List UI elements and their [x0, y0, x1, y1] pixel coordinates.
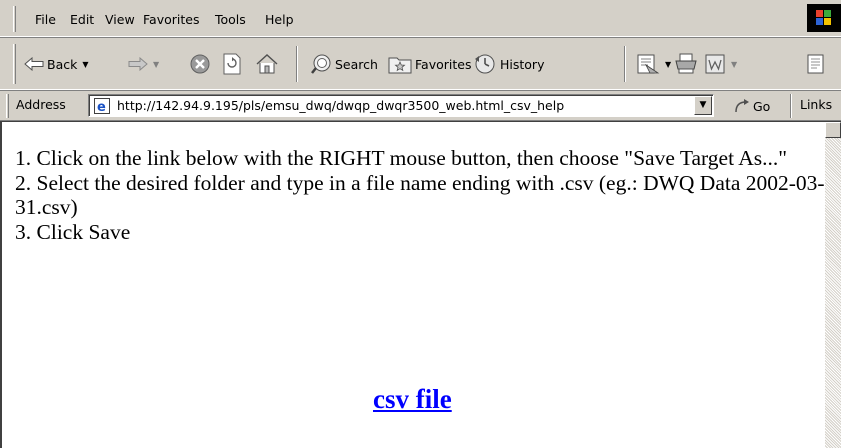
menu-favorites[interactable]: Favorites [143, 11, 199, 29]
discuss-icon [807, 54, 824, 74]
address-label: Address [16, 97, 66, 112]
favorites-button[interactable]: Favorites [388, 48, 471, 80]
address-separator [790, 94, 792, 118]
print-button[interactable] [674, 48, 698, 80]
home-icon [256, 54, 278, 74]
mail-dropdown-icon[interactable]: ▼ [665, 60, 671, 69]
history-label: History [500, 56, 545, 72]
favorites-label: Favorites [415, 56, 472, 72]
mail-button[interactable]: ▼ [636, 48, 671, 80]
stop-button[interactable] [190, 48, 210, 80]
home-button[interactable] [256, 48, 278, 80]
forward-arrow-icon [128, 57, 148, 71]
search-label: Search [335, 56, 378, 72]
vertical-scrollbar[interactable] [825, 122, 841, 448]
stop-icon [190, 54, 210, 74]
address-bar-grip[interactable] [6, 94, 9, 118]
favorites-folder-icon [388, 57, 412, 74]
menu-help[interactable]: Help [265, 11, 294, 29]
address-url: http://142.94.9.195/pls/emsu_dwq/dwqp_dw… [117, 98, 565, 113]
menu-tools[interactable]: Tools [215, 11, 246, 29]
address-dropdown-icon[interactable]: ▼ [694, 96, 712, 115]
links-button[interactable]: Links [800, 97, 832, 112]
forward-button[interactable]: ▼ [128, 48, 159, 80]
toolbar-separator [296, 46, 298, 82]
csv-file-link[interactable]: csv file [373, 384, 452, 415]
svg-text:e: e [97, 100, 106, 114]
discuss-button[interactable] [806, 48, 826, 80]
word-edit-icon [705, 54, 725, 74]
go-label: Go [753, 98, 771, 114]
edit-button[interactable]: ▼ [704, 48, 737, 80]
refresh-icon [223, 53, 241, 75]
address-input[interactable]: e http://142.94.9.195/pls/emsu_dwq/dwqp_… [88, 94, 714, 117]
history-button[interactable]: History [473, 48, 544, 80]
menu-edit[interactable]: Edit [70, 11, 94, 29]
back-label: Back [47, 56, 78, 72]
instruction-step-2: 2. Select the desired folder and type in… [15, 170, 825, 220]
windows-logo-icon [807, 4, 841, 32]
edit-dropdown-icon[interactable]: ▼ [731, 60, 737, 69]
back-arrow-icon [24, 57, 44, 71]
printer-icon [675, 53, 697, 74]
history-icon [475, 54, 495, 74]
page-content: 1. Click on the link below with the RIGH… [0, 121, 841, 448]
menu-bar: File Edit View Favorites Tools Help [0, 0, 841, 37]
instruction-step-3: 3. Click Save [15, 219, 131, 244]
refresh-button[interactable] [222, 48, 242, 80]
go-arrow-icon [735, 99, 749, 113]
back-dropdown-icon[interactable]: ▼ [82, 60, 88, 69]
standard-buttons-toolbar: Back ▼ ▼ Search Favorites History ▼ ▼ [0, 37, 841, 90]
address-bar: Address e http://142.94.9.195/pls/emsu_d… [0, 90, 841, 121]
search-button[interactable]: Search [310, 48, 378, 80]
go-button[interactable]: Go [733, 96, 770, 116]
instruction-step-1: 1. Click on the link below with the RIGH… [15, 146, 788, 170]
toolbar-grip[interactable] [13, 44, 16, 84]
menu-view[interactable]: View [105, 11, 135, 29]
menu-bar-grip[interactable] [13, 6, 16, 32]
toolbar-separator [624, 46, 626, 82]
instructions: 1. Click on the link below with the RIGH… [15, 146, 825, 244]
menu-file[interactable]: File [35, 11, 56, 29]
scroll-up-button[interactable] [825, 122, 841, 138]
forward-dropdown-icon[interactable]: ▼ [153, 60, 159, 69]
mail-icon [637, 54, 660, 74]
back-button[interactable]: Back ▼ [24, 48, 89, 80]
ie-page-icon: e [94, 98, 110, 114]
search-icon [311, 54, 331, 74]
